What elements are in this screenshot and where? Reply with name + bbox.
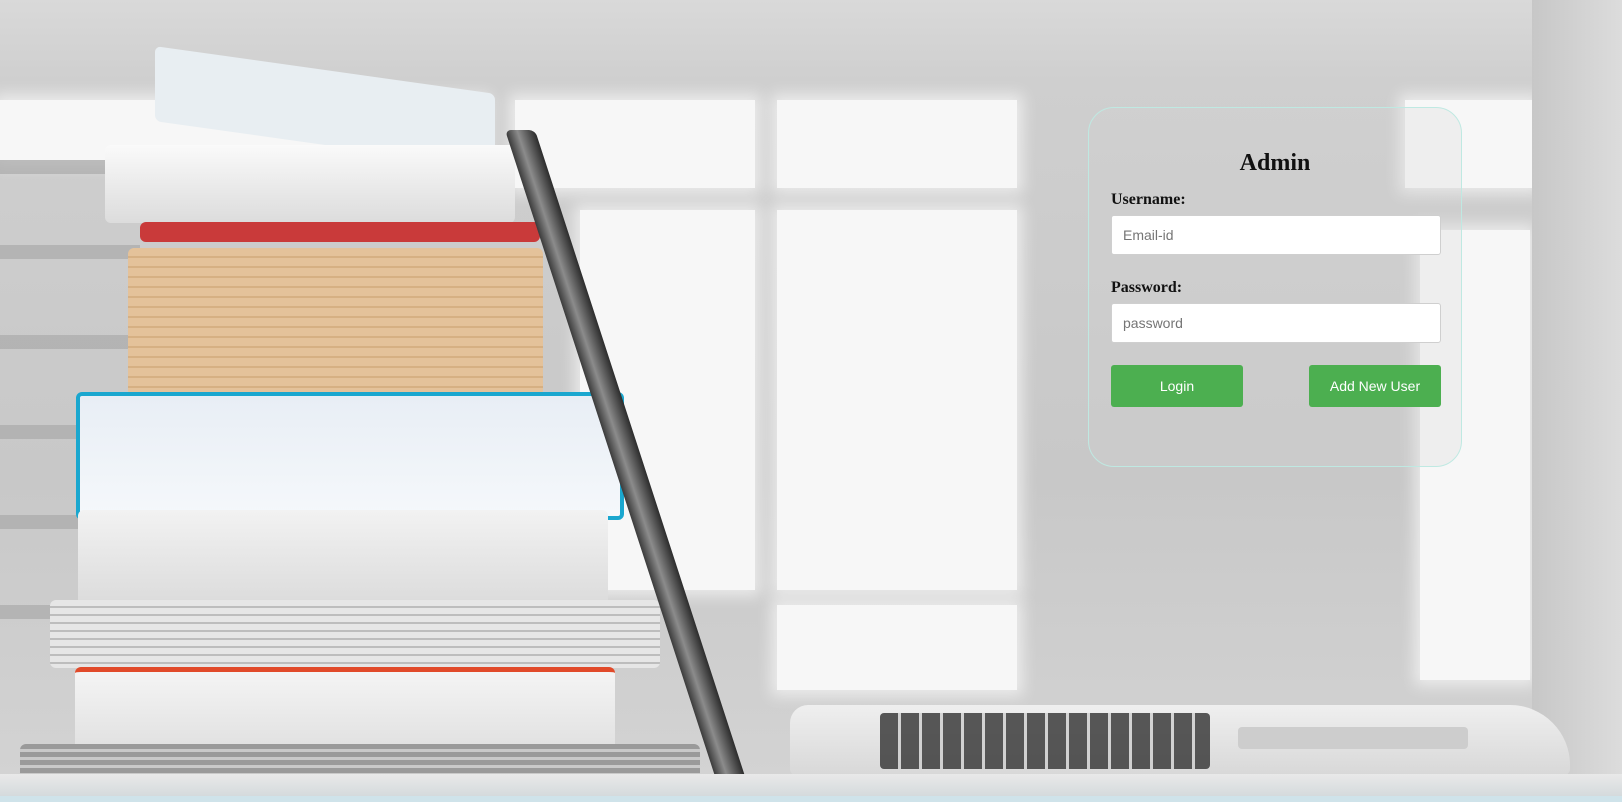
login-card: Admin Username: Password: Login Add New …	[1088, 107, 1462, 467]
book	[76, 392, 624, 520]
window-blind	[0, 335, 140, 349]
page: Admin Username: Password: Login Add New …	[0, 0, 1622, 802]
window-pane	[777, 605, 1017, 690]
button-row: Login Add New User	[1111, 365, 1441, 407]
book	[50, 600, 660, 668]
book	[78, 510, 608, 606]
window-pane	[777, 100, 1017, 188]
password-input[interactable]	[1111, 303, 1441, 343]
username-label: Username:	[1111, 191, 1186, 208]
window-blind	[0, 245, 140, 259]
password-label: Password:	[1111, 279, 1183, 296]
username-input[interactable]	[1111, 215, 1441, 255]
window-pane	[515, 100, 755, 188]
book	[105, 145, 515, 223]
book	[140, 222, 540, 242]
bottom-strip	[0, 796, 1622, 802]
login-button[interactable]: Login	[1111, 365, 1243, 407]
laptop-keyboard	[880, 713, 1210, 769]
book	[128, 248, 543, 396]
add-new-user-button[interactable]: Add New User	[1309, 365, 1441, 407]
window-pane	[777, 210, 1017, 590]
wall	[1532, 0, 1622, 802]
login-title: Admin	[1239, 150, 1311, 176]
laptop-trackpad	[1238, 727, 1468, 749]
